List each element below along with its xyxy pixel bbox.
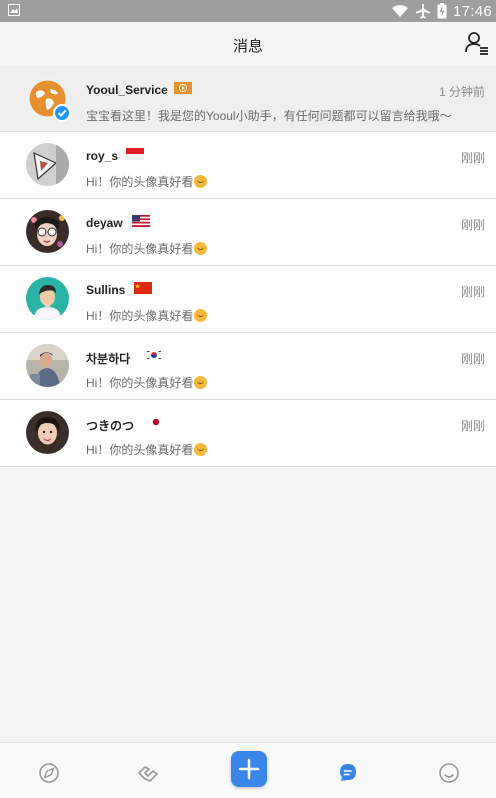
smiling-face-emoji-icon bbox=[194, 443, 208, 456]
wifi-icon bbox=[391, 5, 408, 17]
smiling-face-emoji-icon bbox=[194, 309, 208, 322]
conversation-time: 刚刚 bbox=[460, 151, 485, 165]
battery-charging-icon bbox=[437, 3, 447, 19]
message-preview: Hi！你的头像真好看 bbox=[86, 240, 466, 257]
conversation-row[interactable]: つきのつ 刚刚 Hi！你的头像真好看 bbox=[0, 400, 496, 467]
status-bar: 17:46 bbox=[0, 0, 496, 22]
message-preview: Hi！你的头像真好看 bbox=[86, 173, 466, 190]
china-flag-icon bbox=[134, 282, 152, 294]
avatar bbox=[26, 143, 69, 186]
contact-name: つきのつ bbox=[86, 419, 135, 433]
conversation-time: 刚刚 bbox=[460, 352, 485, 366]
airplane-mode-icon bbox=[415, 4, 430, 19]
conversation-time: 刚刚 bbox=[460, 419, 485, 433]
smiling-face-emoji-icon bbox=[194, 376, 208, 389]
conversation-row[interactable]: deyaw 刚刚 Hi！你的头像真好看 bbox=[0, 199, 496, 266]
plus-icon bbox=[238, 758, 260, 780]
contact-name: Sullins bbox=[86, 283, 126, 297]
message-text: Hi！你的头像真好看 bbox=[86, 309, 194, 323]
conversation-time: 刚刚 bbox=[460, 285, 485, 299]
bottom-navigation bbox=[0, 742, 496, 798]
south-korea-flag-icon bbox=[145, 349, 163, 361]
conversation-list: Yooul_Service 1 分钟前 宝宝看这里！我是您的Yooul小助手，有… bbox=[0, 66, 496, 467]
contact-name: deyaw bbox=[86, 216, 123, 230]
contact-name: roy_s bbox=[86, 149, 119, 163]
smiling-face-emoji-icon bbox=[194, 175, 208, 188]
contacts-list-icon[interactable] bbox=[464, 30, 490, 56]
message-preview: 宝宝看这里！我是您的Yooul小助手，有任何问题都可以留言给我哦～ bbox=[86, 107, 466, 124]
indonesia-flag-icon bbox=[126, 148, 144, 160]
message-preview: Hi！你的头像真好看 bbox=[86, 307, 466, 324]
message-text: Hi！你的头像真好看 bbox=[86, 376, 194, 390]
avatar bbox=[26, 277, 69, 320]
compass-icon[interactable] bbox=[37, 761, 61, 785]
conversation-row[interactable]: roy_s 刚刚 Hi！你的头像真好看 bbox=[0, 132, 496, 199]
japan-flag-icon bbox=[147, 416, 165, 428]
chat-icon[interactable] bbox=[336, 761, 360, 785]
smiling-face-emoji-icon bbox=[194, 242, 208, 255]
contact-name: Yooul_Service bbox=[86, 83, 168, 97]
conversation-time: 刚刚 bbox=[460, 218, 485, 232]
add-button[interactable] bbox=[231, 751, 267, 787]
usa-flag-icon bbox=[132, 215, 150, 227]
message-preview: Hi！你的头像真好看 bbox=[86, 441, 466, 458]
conversation-row[interactable]: Sullins 刚刚 Hi！你的头像真好看 bbox=[0, 266, 496, 333]
conversation-time: 1 分钟前 bbox=[438, 85, 485, 99]
verified-badge-icon bbox=[53, 104, 71, 122]
page-title: 消息 bbox=[232, 38, 263, 55]
conversation-row[interactable]: Yooul_Service 1 分钟前 宝宝看这里！我是您的Yooul小助手，有… bbox=[0, 66, 496, 132]
un-flag-icon bbox=[174, 82, 192, 94]
message-text: Hi！你的头像真好看 bbox=[86, 443, 194, 457]
contact-name: 차분하다 bbox=[86, 352, 131, 366]
status-time: 17:46 bbox=[452, 2, 492, 20]
message-text: Hi！你的头像真好看 bbox=[86, 242, 194, 256]
smile-icon[interactable] bbox=[437, 761, 461, 785]
avatar bbox=[26, 210, 69, 253]
message-text: Hi！你的头像真好看 bbox=[86, 175, 194, 189]
app-header: 消息 bbox=[0, 22, 496, 66]
avatar bbox=[26, 344, 69, 387]
message-preview: Hi！你的头像真好看 bbox=[86, 374, 466, 391]
message-text: 宝宝看这里！我是您的Yooul小助手，有任何问题都可以留言给我哦～ bbox=[86, 109, 452, 123]
image-notification-icon bbox=[8, 4, 20, 16]
handshake-icon[interactable] bbox=[136, 761, 160, 785]
conversation-row[interactable]: 차분하다 刚刚 Hi！你的头像真好看 bbox=[0, 333, 496, 400]
avatar bbox=[26, 411, 69, 454]
